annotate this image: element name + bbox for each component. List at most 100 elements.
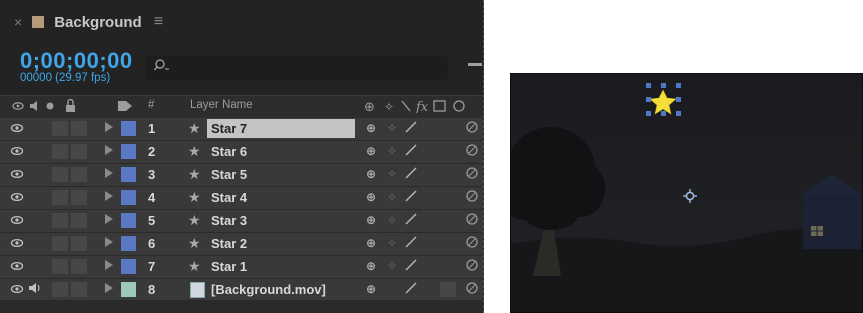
- tab-background[interactable]: × Background ≡: [6, 6, 246, 38]
- layer-name[interactable]: Star 2: [211, 236, 247, 251]
- collapse-switch-icon[interactable]: ✧: [387, 259, 397, 273]
- label-color-swatch[interactable]: [121, 190, 136, 205]
- motion-blur-icon[interactable]: [464, 120, 480, 137]
- twirl-down-triangle-icon[interactable]: [104, 144, 114, 159]
- quality-switch-icon[interactable]: [404, 281, 418, 298]
- quality-switch-icon[interactable]: [404, 235, 418, 252]
- composition-viewer[interactable]: [510, 73, 863, 313]
- layer-name[interactable]: Star 4: [211, 190, 247, 205]
- solo-switch[interactable]: [52, 259, 68, 274]
- layer-name[interactable]: Star 3: [211, 213, 247, 228]
- solo-switch[interactable]: [52, 213, 68, 228]
- collapse-switch-icon[interactable]: ✧: [387, 236, 397, 250]
- collapse-switch-icon[interactable]: ✧: [387, 213, 397, 227]
- timeline-marker-icon: [468, 58, 482, 73]
- solo-switch[interactable]: [52, 190, 68, 205]
- quality-switch-icon[interactable]: [404, 258, 418, 275]
- layer-name[interactable]: Star 7: [207, 119, 355, 138]
- motion-blur-icon[interactable]: [464, 189, 480, 206]
- shy-switch-icon[interactable]: ⊕: [366, 236, 376, 250]
- collapse-switch-icon[interactable]: ✧: [387, 121, 397, 135]
- label-color-swatch[interactable]: [121, 213, 136, 228]
- shy-switch-icon[interactable]: ⊕: [366, 190, 376, 204]
- current-time-display[interactable]: 0;00;00;00: [20, 48, 133, 74]
- visibility-eye-icon[interactable]: [10, 121, 24, 135]
- solo-switch[interactable]: [52, 144, 68, 159]
- layer-name[interactable]: Star 1: [211, 259, 247, 274]
- visibility-eye-icon[interactable]: [10, 213, 24, 227]
- layer-name-header[interactable]: Layer Name: [190, 99, 253, 111]
- twirl-down-triangle-icon[interactable]: [104, 213, 114, 228]
- collapse-switch-icon[interactable]: ✧: [387, 144, 397, 158]
- twirl-down-triangle-icon[interactable]: [104, 190, 114, 205]
- label-color-swatch[interactable]: [121, 144, 136, 159]
- layer-number: 7: [148, 259, 156, 274]
- motion-blur-icon[interactable]: [464, 235, 480, 252]
- solo-switch[interactable]: [52, 236, 68, 251]
- quality-switch-icon[interactable]: [404, 120, 418, 137]
- shy-switch-icon[interactable]: ⊕: [366, 259, 376, 273]
- twirl-down-triangle-icon[interactable]: [104, 236, 114, 251]
- shy-switch-icon[interactable]: ⊕: [366, 121, 376, 135]
- visibility-eye-icon[interactable]: [10, 282, 24, 296]
- shy-switch-icon[interactable]: ⊕: [366, 282, 376, 296]
- collapse-switch-icon[interactable]: ✧: [387, 190, 397, 204]
- lock-switch[interactable]: [71, 259, 87, 274]
- layer-name[interactable]: [Background.mov]: [211, 282, 326, 297]
- search-input[interactable]: [146, 56, 448, 80]
- layer-number: 2: [148, 144, 156, 159]
- visibility-eye-icon[interactable]: [10, 167, 24, 181]
- layer-row[interactable]: 8 [Background.mov] ⊕: [0, 279, 483, 302]
- label-color-swatch[interactable]: [121, 121, 136, 136]
- motion-blur-icon[interactable]: [464, 166, 480, 183]
- label-color-swatch[interactable]: [121, 259, 136, 274]
- visibility-eye-icon[interactable]: [10, 190, 24, 204]
- quality-switch-icon[interactable]: [404, 166, 418, 183]
- twirl-down-triangle-icon[interactable]: [104, 259, 114, 274]
- visibility-eye-icon[interactable]: [10, 259, 24, 273]
- lock-switch[interactable]: [71, 282, 87, 297]
- shy-switch-icon[interactable]: ⊕: [366, 213, 376, 227]
- layer-row[interactable]: 2 ★ Star 6 ⊕ ✧: [0, 141, 483, 164]
- layer-name[interactable]: Star 5: [211, 167, 247, 182]
- visibility-eye-icon[interactable]: [10, 236, 24, 250]
- label-color-swatch[interactable]: [121, 236, 136, 251]
- layer-column-header: # Layer Name ⊕ ✧ fx: [0, 95, 483, 119]
- lock-switch[interactable]: [71, 167, 87, 182]
- quality-switch-icon[interactable]: [404, 189, 418, 206]
- effects-switch[interactable]: [440, 282, 456, 297]
- lock-switch[interactable]: [71, 144, 87, 159]
- layer-name[interactable]: Star 6: [211, 144, 247, 159]
- layer-row[interactable]: 3 ★ Star 5 ⊕ ✧: [0, 164, 483, 187]
- visibility-eye-icon[interactable]: [10, 144, 24, 158]
- lock-switch[interactable]: [71, 236, 87, 251]
- layer-row[interactable]: 6 ★ Star 2 ⊕ ✧: [0, 233, 483, 256]
- solo-switch[interactable]: [52, 121, 68, 136]
- motion-blur-icon[interactable]: [464, 281, 480, 298]
- layer-row[interactable]: 7 ★ Star 1 ⊕ ✧: [0, 256, 483, 279]
- layer-row[interactable]: 4 ★ Star 4 ⊕ ✧: [0, 187, 483, 210]
- lock-switch[interactable]: [71, 190, 87, 205]
- twirl-down-triangle-icon[interactable]: [104, 121, 114, 136]
- layer-row[interactable]: 5 ★ Star 3 ⊕ ✧: [0, 210, 483, 233]
- close-icon[interactable]: ×: [14, 14, 22, 30]
- label-color-swatch[interactable]: [121, 167, 136, 182]
- motion-blur-icon[interactable]: [464, 258, 480, 275]
- layer-row[interactable]: 1 ★ Star 7 ⊕ ✧: [0, 118, 483, 141]
- panel-menu-icon[interactable]: ≡: [154, 13, 163, 31]
- twirl-down-triangle-icon[interactable]: [104, 167, 114, 182]
- motion-blur-icon[interactable]: [464, 143, 480, 160]
- label-color-swatch[interactable]: [121, 282, 136, 297]
- solo-switch[interactable]: [52, 167, 68, 182]
- quality-switch-icon[interactable]: [404, 143, 418, 160]
- quality-switch-icon[interactable]: [404, 212, 418, 229]
- collapse-switch-icon[interactable]: ✧: [387, 167, 397, 181]
- shy-switch-icon[interactable]: ⊕: [366, 144, 376, 158]
- audio-speaker-icon[interactable]: [28, 281, 42, 298]
- shy-switch-icon[interactable]: ⊕: [366, 167, 376, 181]
- solo-switch[interactable]: [52, 282, 68, 297]
- lock-switch[interactable]: [71, 121, 87, 136]
- lock-switch[interactable]: [71, 213, 87, 228]
- motion-blur-icon[interactable]: [464, 212, 480, 229]
- twirl-down-triangle-icon[interactable]: [104, 282, 114, 297]
